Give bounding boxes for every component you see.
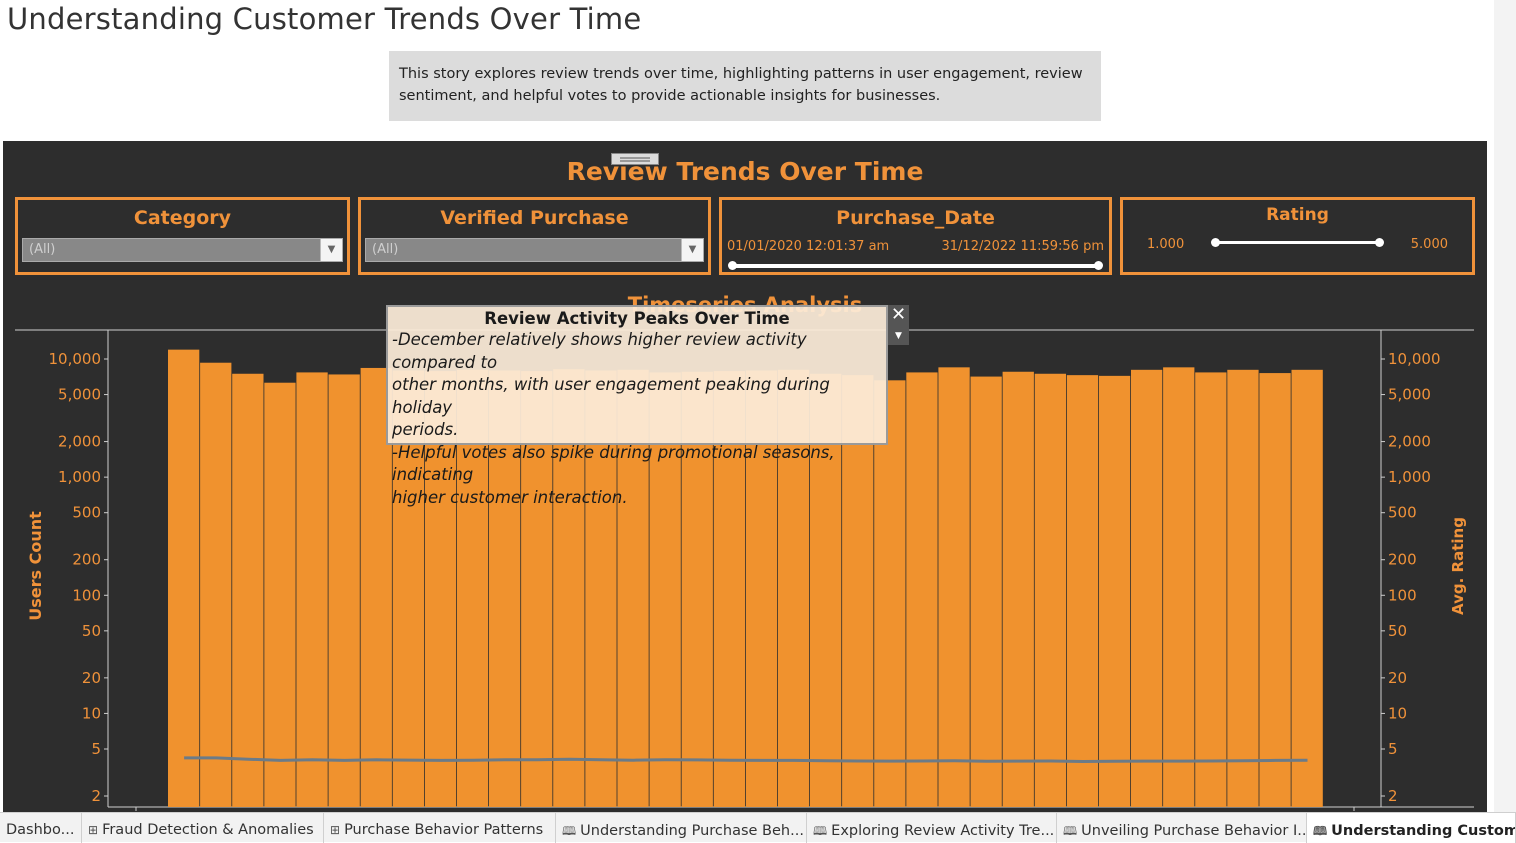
- right-tick-label: 5: [1388, 740, 1398, 758]
- bar: [1259, 373, 1291, 807]
- tab-label: Unveiling Purchase Behavior I...: [1081, 823, 1307, 839]
- tab-label: Exploring Review Activity Tre...: [831, 823, 1055, 839]
- bar: [232, 373, 264, 807]
- tooltip-line: higher customer interaction.: [392, 487, 628, 507]
- tab-label: Understanding Customer: [1331, 823, 1516, 839]
- left-tick-label: 5: [91, 740, 101, 758]
- tooltip-title: Review Activity Peaks Over Time: [484, 309, 790, 328]
- bar: [970, 376, 1002, 807]
- tab-label: Understanding Purchase Beh...: [580, 823, 804, 839]
- close-icon[interactable]: ✕: [888, 305, 909, 326]
- bar: [1066, 375, 1099, 807]
- left-tick-label: 2,000: [58, 433, 101, 451]
- left-tick-label: 2: [91, 787, 101, 805]
- right-tick-label: 20: [1388, 669, 1407, 687]
- bar: [168, 349, 200, 807]
- tooltip-line: other months, with user engagement peaki…: [392, 375, 830, 417]
- right-tick-label: 2,000: [1388, 433, 1431, 451]
- tab-label: Purchase Behavior Patterns: [344, 822, 544, 838]
- left-axis-title: Users Count: [26, 511, 45, 621]
- left-tick-label: 5,000: [58, 386, 101, 404]
- bar: [296, 372, 328, 807]
- bar: [1227, 369, 1259, 807]
- bar: [1163, 367, 1195, 807]
- tooltip-line: periods.: [392, 420, 459, 439]
- right-tick-label: 10: [1388, 704, 1407, 722]
- bar: [938, 367, 970, 807]
- tab-dashboard[interactable]: Dashbo...: [0, 813, 82, 843]
- left-tick-label: 500: [72, 504, 101, 522]
- tab-understanding-customer[interactable]: 🕮 Understanding Customer: [1307, 813, 1516, 843]
- bar: [328, 374, 360, 807]
- right-tick-label: 1,000: [1388, 468, 1431, 486]
- story-icon: 🕮: [1063, 824, 1078, 838]
- bar: [1002, 371, 1034, 807]
- tooltip-controls: ✕ ▼: [888, 305, 909, 345]
- tab-understanding-purchase[interactable]: 🕮 Understanding Purchase Beh...: [556, 813, 807, 843]
- left-tick-label: 100: [72, 586, 101, 604]
- tooltip-line: -Helpful votes also spike during promoti…: [392, 442, 835, 485]
- right-tick-label: 10,000: [1388, 350, 1441, 368]
- story-tab-bar: Dashbo... ⊞ Fraud Detection & Anomalies ⊞…: [0, 812, 1516, 843]
- right-tick-label: 2: [1388, 787, 1398, 805]
- tab-unveiling-purchase[interactable]: 🕮 Unveiling Purchase Behavior I...: [1057, 813, 1307, 843]
- annotation-tooltip: Review Activity Peaks Over Time -Decembe…: [386, 305, 888, 507]
- grid-icon: ⊞: [330, 823, 341, 837]
- bar: [1034, 373, 1066, 807]
- left-tick-label: 1,000: [58, 468, 101, 486]
- bar: [264, 382, 296, 807]
- story-icon: 🕮: [813, 824, 828, 838]
- right-tick-label: 5,000: [1388, 386, 1431, 404]
- right-tick-label: 500: [1388, 504, 1417, 522]
- tab-label: Dashbo...: [6, 822, 75, 838]
- tab-exploring-review[interactable]: 🕮 Exploring Review Activity Tre...: [807, 813, 1057, 843]
- left-tick-label: 20: [82, 669, 101, 687]
- story-icon: 🕮: [1313, 824, 1328, 838]
- bar: [1195, 372, 1227, 807]
- right-axis-title: Avg. Rating: [1449, 517, 1467, 615]
- right-tick-label: 100: [1388, 586, 1417, 604]
- tab-label: Fraud Detection & Anomalies: [102, 822, 314, 838]
- tab-purchase-behavior-patterns[interactable]: ⊞ Purchase Behavior Patterns: [324, 813, 556, 843]
- tooltip-line: -December relatively shows higher review…: [392, 330, 807, 372]
- bar: [200, 362, 232, 807]
- left-tick-label: 10: [82, 704, 101, 722]
- story-icon: 🕮: [562, 824, 577, 838]
- tab-fraud-detection[interactable]: ⊞ Fraud Detection & Anomalies: [82, 813, 324, 843]
- bar: [906, 372, 938, 807]
- grid-icon: ⊞: [88, 823, 99, 837]
- chevron-down-icon[interactable]: ▼: [888, 327, 909, 345]
- right-tick-label: 200: [1388, 551, 1417, 569]
- left-tick-label: 50: [82, 622, 101, 640]
- bar: [1098, 375, 1131, 807]
- right-tick-label: 50: [1388, 622, 1407, 640]
- drag-handle[interactable]: [611, 153, 659, 165]
- left-tick-label: 200: [72, 551, 101, 569]
- bar: [1291, 369, 1323, 807]
- left-tick-label: 10,000: [49, 350, 102, 368]
- bar: [1131, 369, 1163, 807]
